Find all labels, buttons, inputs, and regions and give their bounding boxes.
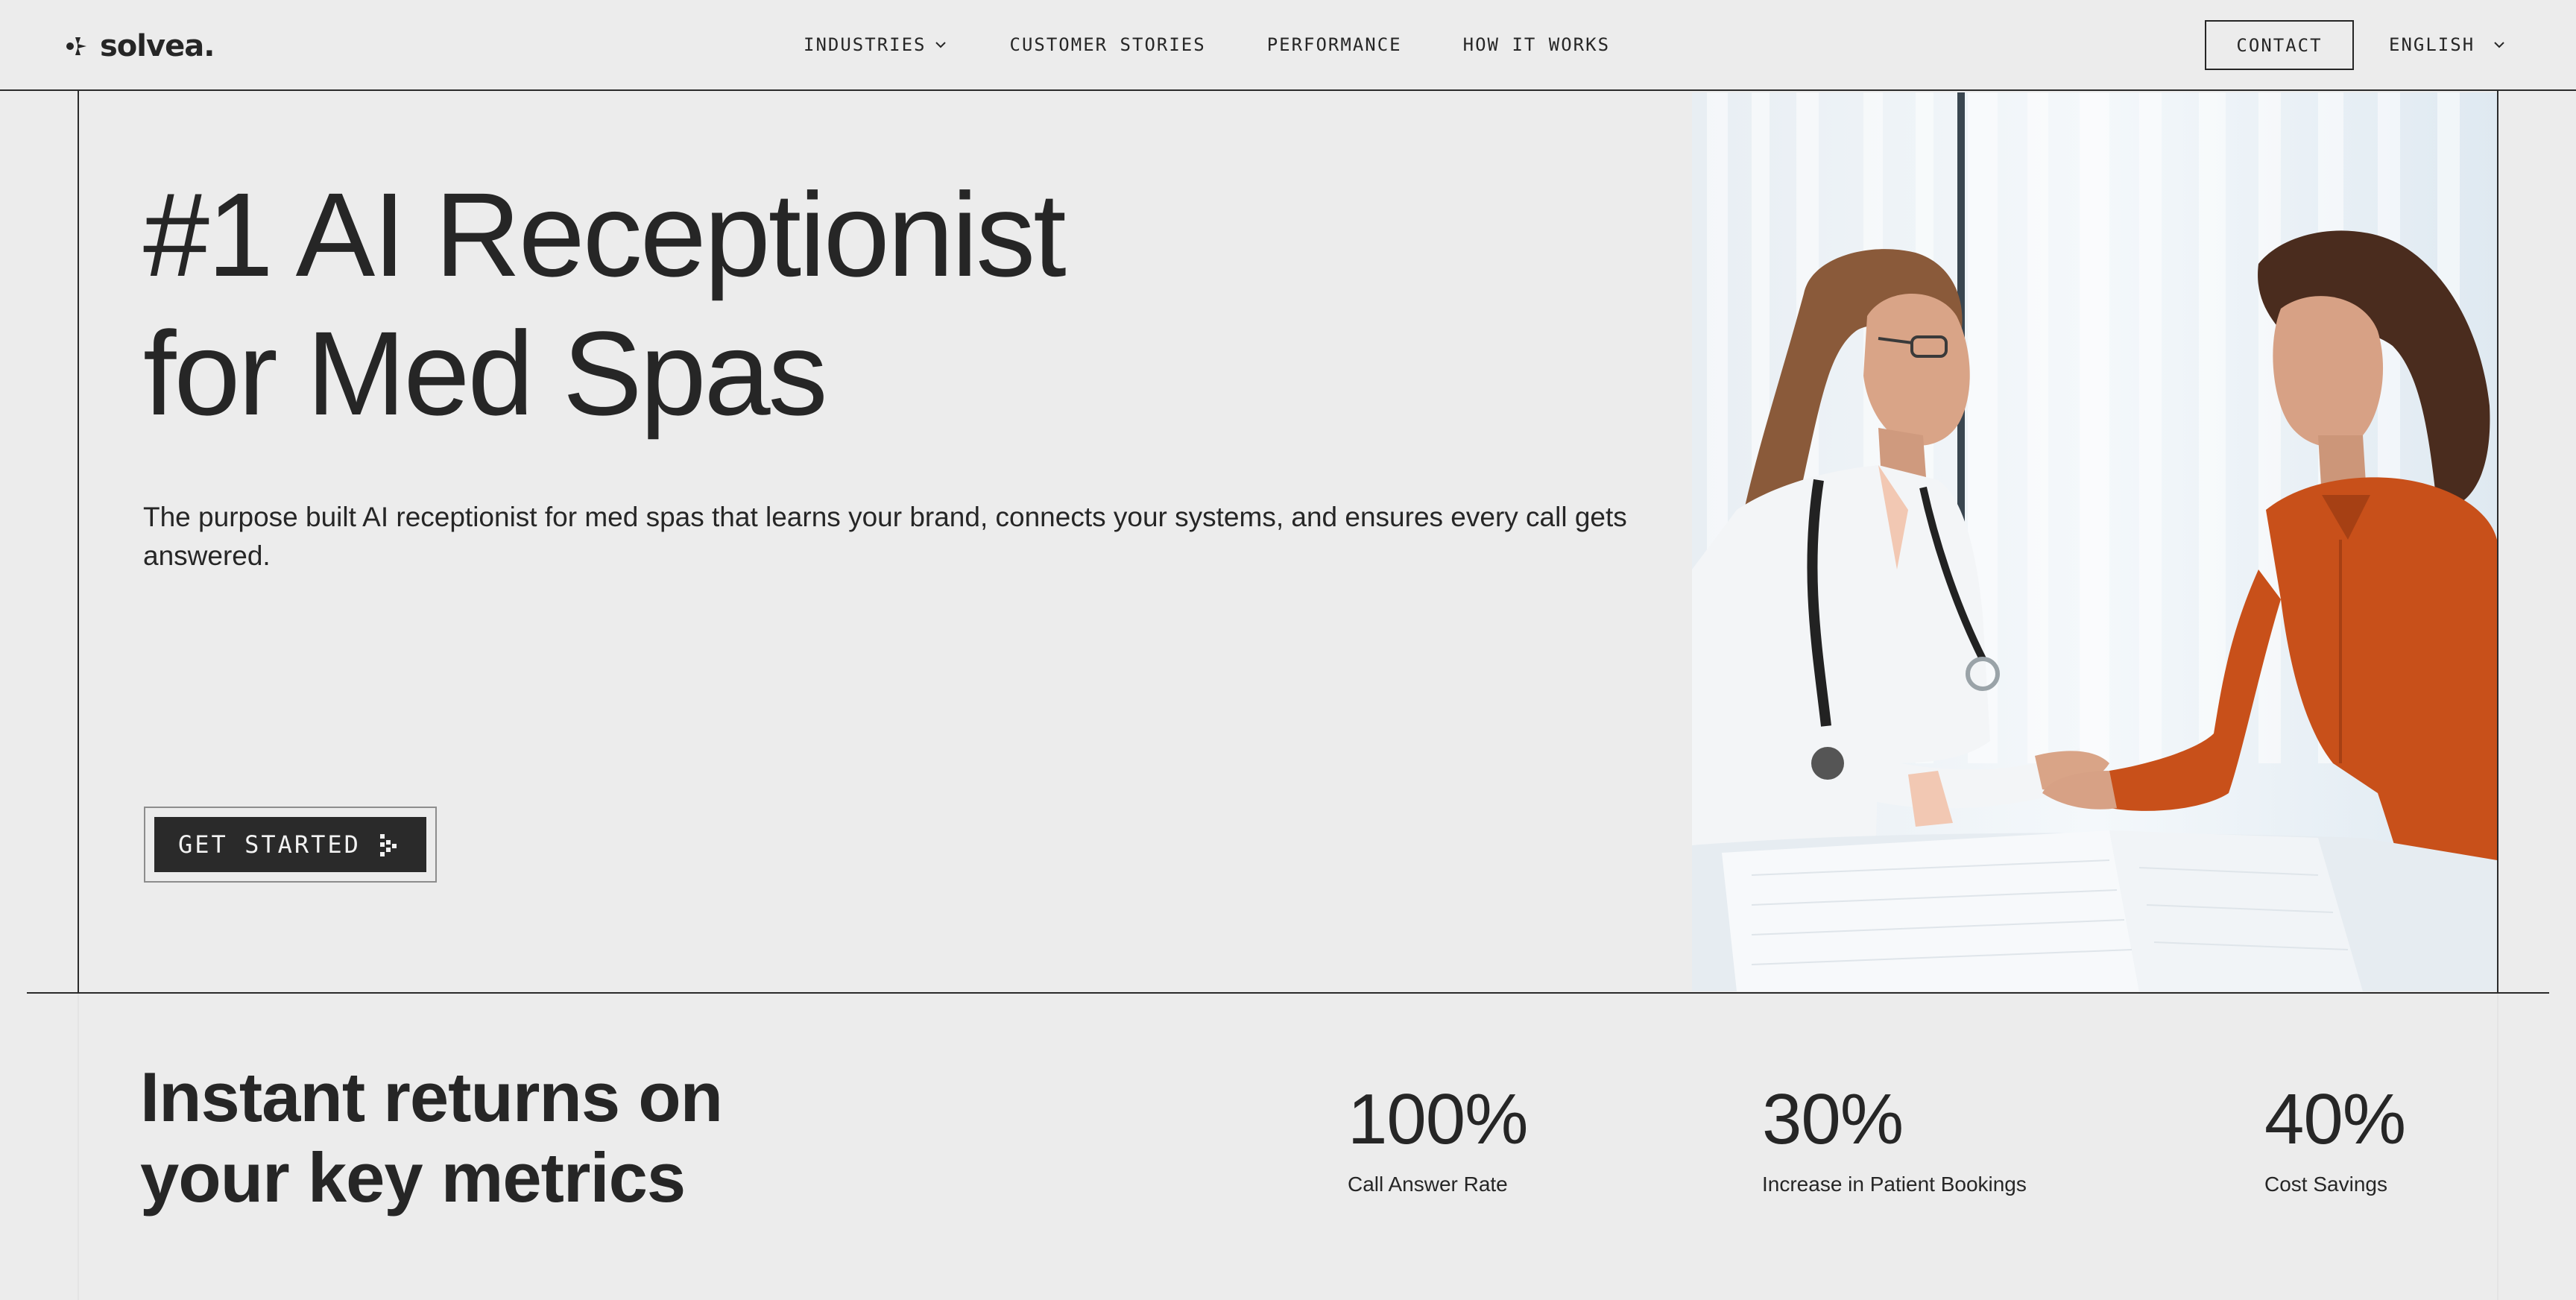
hero-subtitle: The purpose built AI receptionist for me… xyxy=(143,502,1627,571)
nav-how-it-works[interactable]: HOW IT WORKS xyxy=(1463,34,1610,55)
metrics-title-line-2: your key metrics xyxy=(140,1138,686,1217)
section-edge-left xyxy=(78,994,79,1300)
nav-customer-stories-label: CUSTOMER STORIES xyxy=(1009,34,1206,55)
get-started-frame: GET STARTED xyxy=(144,807,437,883)
primary-nav: INDUSTRIES CUSTOMER STORIES PERFORMANCE … xyxy=(804,30,1610,60)
nav-industries-label: INDUSTRIES xyxy=(804,34,926,55)
metrics-title: Instant returns on your key metrics xyxy=(140,1057,1035,1218)
metric-value: 100% xyxy=(1348,1079,1529,1159)
chevron-down-icon xyxy=(2494,42,2504,48)
hero-title-line-1: #1 AI Receptionist xyxy=(143,168,1067,301)
section-edge-right xyxy=(2497,994,2498,1300)
doctor-patient-photo xyxy=(1692,92,2497,991)
hero-bottom-divider xyxy=(27,992,2549,994)
solvea-logo-icon xyxy=(66,37,86,55)
metric-label: Call Answer Rate xyxy=(1348,1173,1508,1196)
nav-performance[interactable]: PERFORMANCE xyxy=(1267,34,1402,55)
metrics-title-line-1: Instant returns on xyxy=(140,1058,723,1136)
get-started-button[interactable]: GET STARTED xyxy=(154,817,426,872)
language-label: ENGLISH xyxy=(2389,34,2475,55)
nav-performance-label: PERFORMANCE xyxy=(1266,34,1402,55)
metric-label: Increase in Patient Bookings xyxy=(1762,1173,2027,1196)
metric-value: 30% xyxy=(1762,1079,1904,1159)
nav-industries[interactable]: INDUSTRIES xyxy=(804,34,949,55)
language-selector[interactable]: ENGLISH xyxy=(2389,30,2507,60)
metric-patient-bookings: 30% Increase in Patient Bookings xyxy=(1762,1082,2027,1197)
brand-logo[interactable]: solvea. xyxy=(63,28,215,64)
get-started-label: GET STARTED xyxy=(178,830,361,859)
hero-title: #1 AI Receptionist for Med Spas xyxy=(143,165,1559,443)
nav-how-it-works-label: HOW IT WORKS xyxy=(1462,34,1611,55)
hero-illustration xyxy=(1692,92,2497,991)
metric-cost-savings: 40% Cost Savings xyxy=(2264,1079,2406,1197)
nav-customer-stories[interactable]: CUSTOMER STORIES xyxy=(1010,34,1206,55)
metric-value: 40% xyxy=(2264,1079,2406,1159)
chevron-down-icon xyxy=(935,42,946,48)
metric-call-answer-rate: 100% Call Answer Rate xyxy=(1348,1079,1529,1197)
hero-title-line-2: for Med Spas xyxy=(143,306,828,440)
brand-name: solvea. xyxy=(100,29,215,63)
metric-label: Cost Savings xyxy=(2264,1173,2387,1196)
arrow-right-icon xyxy=(380,834,397,856)
contact-button[interactable]: CONTACT xyxy=(2205,20,2354,70)
top-navigation: solvea. INDUSTRIES CUSTOMER STORIES PERF… xyxy=(0,0,2576,91)
